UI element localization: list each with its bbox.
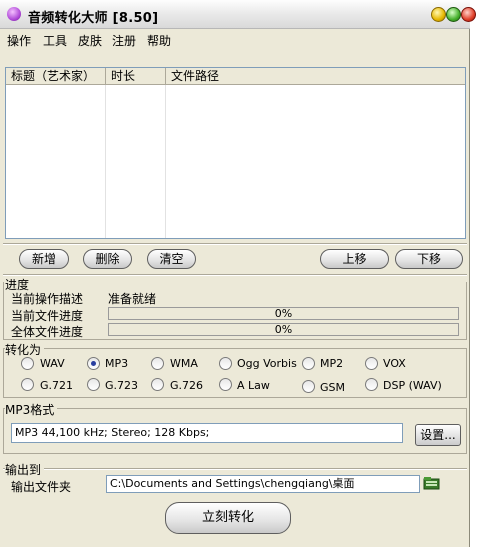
current-operation-value: 准备就绪 — [108, 292, 157, 306]
all-files-progress-label: 全体文件进度 — [11, 325, 84, 339]
radio-mp2-label: MP2 — [320, 357, 344, 370]
radio-vox-label: VOX — [383, 357, 406, 370]
column-divider — [105, 85, 106, 238]
file-list-header: 标题（艺术家） 时长 文件路径 — [6, 68, 465, 85]
app-logo-icon — [7, 7, 21, 21]
current-file-progress-bar: 0% — [108, 307, 459, 320]
output-folder-label: 输出文件夹 — [11, 480, 72, 494]
radio-mp3[interactable] — [87, 357, 100, 370]
output-section-label: 输出到 — [5, 461, 45, 478]
radio-vox[interactable] — [365, 357, 378, 370]
divider — [3, 274, 467, 276]
radio-gsm-label: GSM — [320, 381, 345, 394]
radio-g726-label: G.726 — [170, 379, 204, 392]
close-button[interactable] — [461, 7, 476, 22]
all-files-progress-bar: 0% — [108, 323, 459, 336]
radio-g723-label: G.723 — [105, 379, 139, 392]
radio-g726[interactable] — [151, 378, 164, 391]
clear-button[interactable]: 清空 — [147, 249, 196, 269]
browse-folder-icon[interactable] — [423, 476, 441, 490]
radio-ogg-vorbis[interactable] — [219, 357, 232, 370]
radio-wav[interactable] — [21, 357, 34, 370]
convert-to-section-label: 转化为 — [5, 341, 45, 358]
radio-mp3-label: MP3 — [105, 357, 129, 370]
divider — [3, 243, 467, 245]
current-operation-label: 当前操作描述 — [11, 292, 84, 306]
mp3-format-section-label: MP3格式 — [5, 401, 58, 418]
column-divider — [165, 85, 166, 238]
minimize-button[interactable] — [431, 7, 446, 22]
delete-button[interactable]: 删除 — [83, 249, 132, 269]
settings-button[interactable]: 设置... — [415, 424, 461, 446]
window-title: 音频转化大师 [8.50] — [28, 11, 159, 26]
radio-a-law[interactable] — [219, 378, 232, 391]
mp3-format-field[interactable]: MP3 44,100 kHz; Stereo; 128 Kbps; — [11, 423, 403, 443]
radio-dsp-wav-label: DSP (WAV) — [383, 379, 442, 392]
radio-wma[interactable] — [151, 357, 164, 370]
column-title[interactable]: 标题（艺术家） — [6, 68, 106, 84]
menu-skin[interactable]: 皮肤 — [78, 32, 102, 49]
column-path[interactable]: 文件路径 — [166, 68, 465, 84]
radio-wav-label: WAV — [40, 357, 65, 370]
menu-tools[interactable]: 工具 — [43, 32, 67, 49]
maximize-button[interactable] — [446, 7, 461, 22]
app-window: 音频转化大师 [8.50] 操作 工具 皮肤 注册 帮助 标题（艺术家） 时长 … — [0, 0, 476, 547]
column-duration[interactable]: 时长 — [106, 68, 166, 84]
menu-register[interactable]: 注册 — [112, 32, 136, 49]
divider — [3, 468, 467, 470]
title-bar[interactable]: 音频转化大师 [8.50] — [0, 0, 476, 29]
radio-gsm[interactable] — [302, 380, 315, 393]
radio-g721[interactable] — [21, 378, 34, 391]
radio-ogg-vorbis-label: Ogg Vorbis — [237, 357, 297, 370]
convert-now-button[interactable]: 立刻转化 — [165, 502, 291, 534]
current-file-progress-label: 当前文件进度 — [11, 309, 84, 323]
file-list[interactable]: 标题（艺术家） 时长 文件路径 — [5, 67, 466, 239]
menu-bar: 操作 工具 皮肤 注册 帮助 — [0, 29, 470, 49]
menu-operate[interactable]: 操作 — [7, 32, 31, 49]
menu-help[interactable]: 帮助 — [147, 32, 171, 49]
move-down-button[interactable]: 下移 — [395, 249, 463, 269]
move-up-button[interactable]: 上移 — [320, 249, 389, 269]
radio-wma-label: WMA — [170, 357, 198, 370]
radio-g723[interactable] — [87, 378, 100, 391]
radio-dsp-wav[interactable] — [365, 378, 378, 391]
add-button[interactable]: 新增 — [19, 249, 69, 269]
radio-mp2[interactable] — [302, 357, 315, 370]
output-folder-field[interactable]: C:\Documents and Settings\chengqiang\桌面 — [106, 475, 420, 493]
radio-a-law-label: A Law — [237, 379, 270, 392]
radio-g721-label: G.721 — [40, 379, 74, 392]
